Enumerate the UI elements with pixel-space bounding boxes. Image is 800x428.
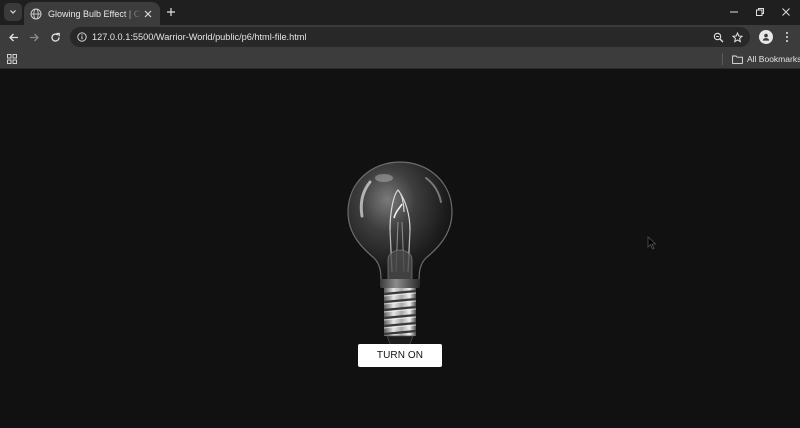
reload-icon (50, 32, 60, 42)
bookmarks-divider (722, 53, 723, 65)
reload-button[interactable] (47, 29, 63, 45)
forward-icon (29, 33, 39, 41)
mouse-cursor-icon (647, 236, 657, 250)
tab-search-button[interactable] (4, 3, 22, 21)
folder-icon (732, 55, 743, 64)
url-text: 127.0.0.1:5500/Warrior-World/public/p6/h… (92, 32, 307, 42)
new-tab-button[interactable] (164, 5, 178, 19)
site-info-icon (77, 32, 87, 42)
globe-icon (30, 8, 42, 19)
site-info-button[interactable] (76, 31, 88, 43)
bookmarks-bar: All Bookmarks (0, 49, 800, 69)
close-window-button[interactable] (778, 4, 794, 20)
plus-icon (167, 8, 175, 16)
close-icon (782, 8, 790, 16)
browser-menu-button[interactable] (781, 29, 793, 45)
star-icon (731, 31, 743, 43)
address-bar[interactable]: 127.0.0.1:5500/Warrior-World/public/p6/h… (70, 27, 750, 47)
minimize-icon (730, 11, 738, 13)
back-icon (8, 33, 18, 41)
tab-search-icon (10, 10, 16, 14)
profile-icon (762, 33, 770, 41)
all-bookmarks-button[interactable]: All Bookmarks (732, 52, 800, 66)
active-tab[interactable]: Glowing Bulb Effect | CodingNepal (24, 2, 160, 25)
bookmark-star-button[interactable] (731, 31, 743, 43)
all-bookmarks-label: All Bookmarks (747, 54, 800, 64)
tab-close-button[interactable] (142, 8, 154, 20)
more-menu-icon (786, 32, 788, 42)
close-icon (144, 10, 152, 17)
tab-strip: Glowing Bulb Effect | CodingNepal (0, 0, 800, 25)
apps-grid-icon[interactable] (7, 54, 17, 64)
forward-button[interactable] (26, 29, 42, 45)
tab-title: Glowing Bulb Effect | CodingNepal (48, 8, 142, 19)
turn-on-button[interactable]: TURN ON (358, 344, 442, 367)
page-viewport: TURN ON (0, 70, 800, 428)
profile-button[interactable] (759, 30, 773, 44)
browser-toolbar: 127.0.0.1:5500/Warrior-World/public/p6/h… (0, 25, 800, 49)
restore-icon (756, 8, 764, 16)
zoom-icon (713, 32, 723, 42)
restore-button[interactable] (752, 4, 768, 20)
zoom-button[interactable] (712, 31, 724, 43)
minimize-button[interactable] (726, 4, 742, 20)
back-button[interactable] (5, 29, 21, 45)
